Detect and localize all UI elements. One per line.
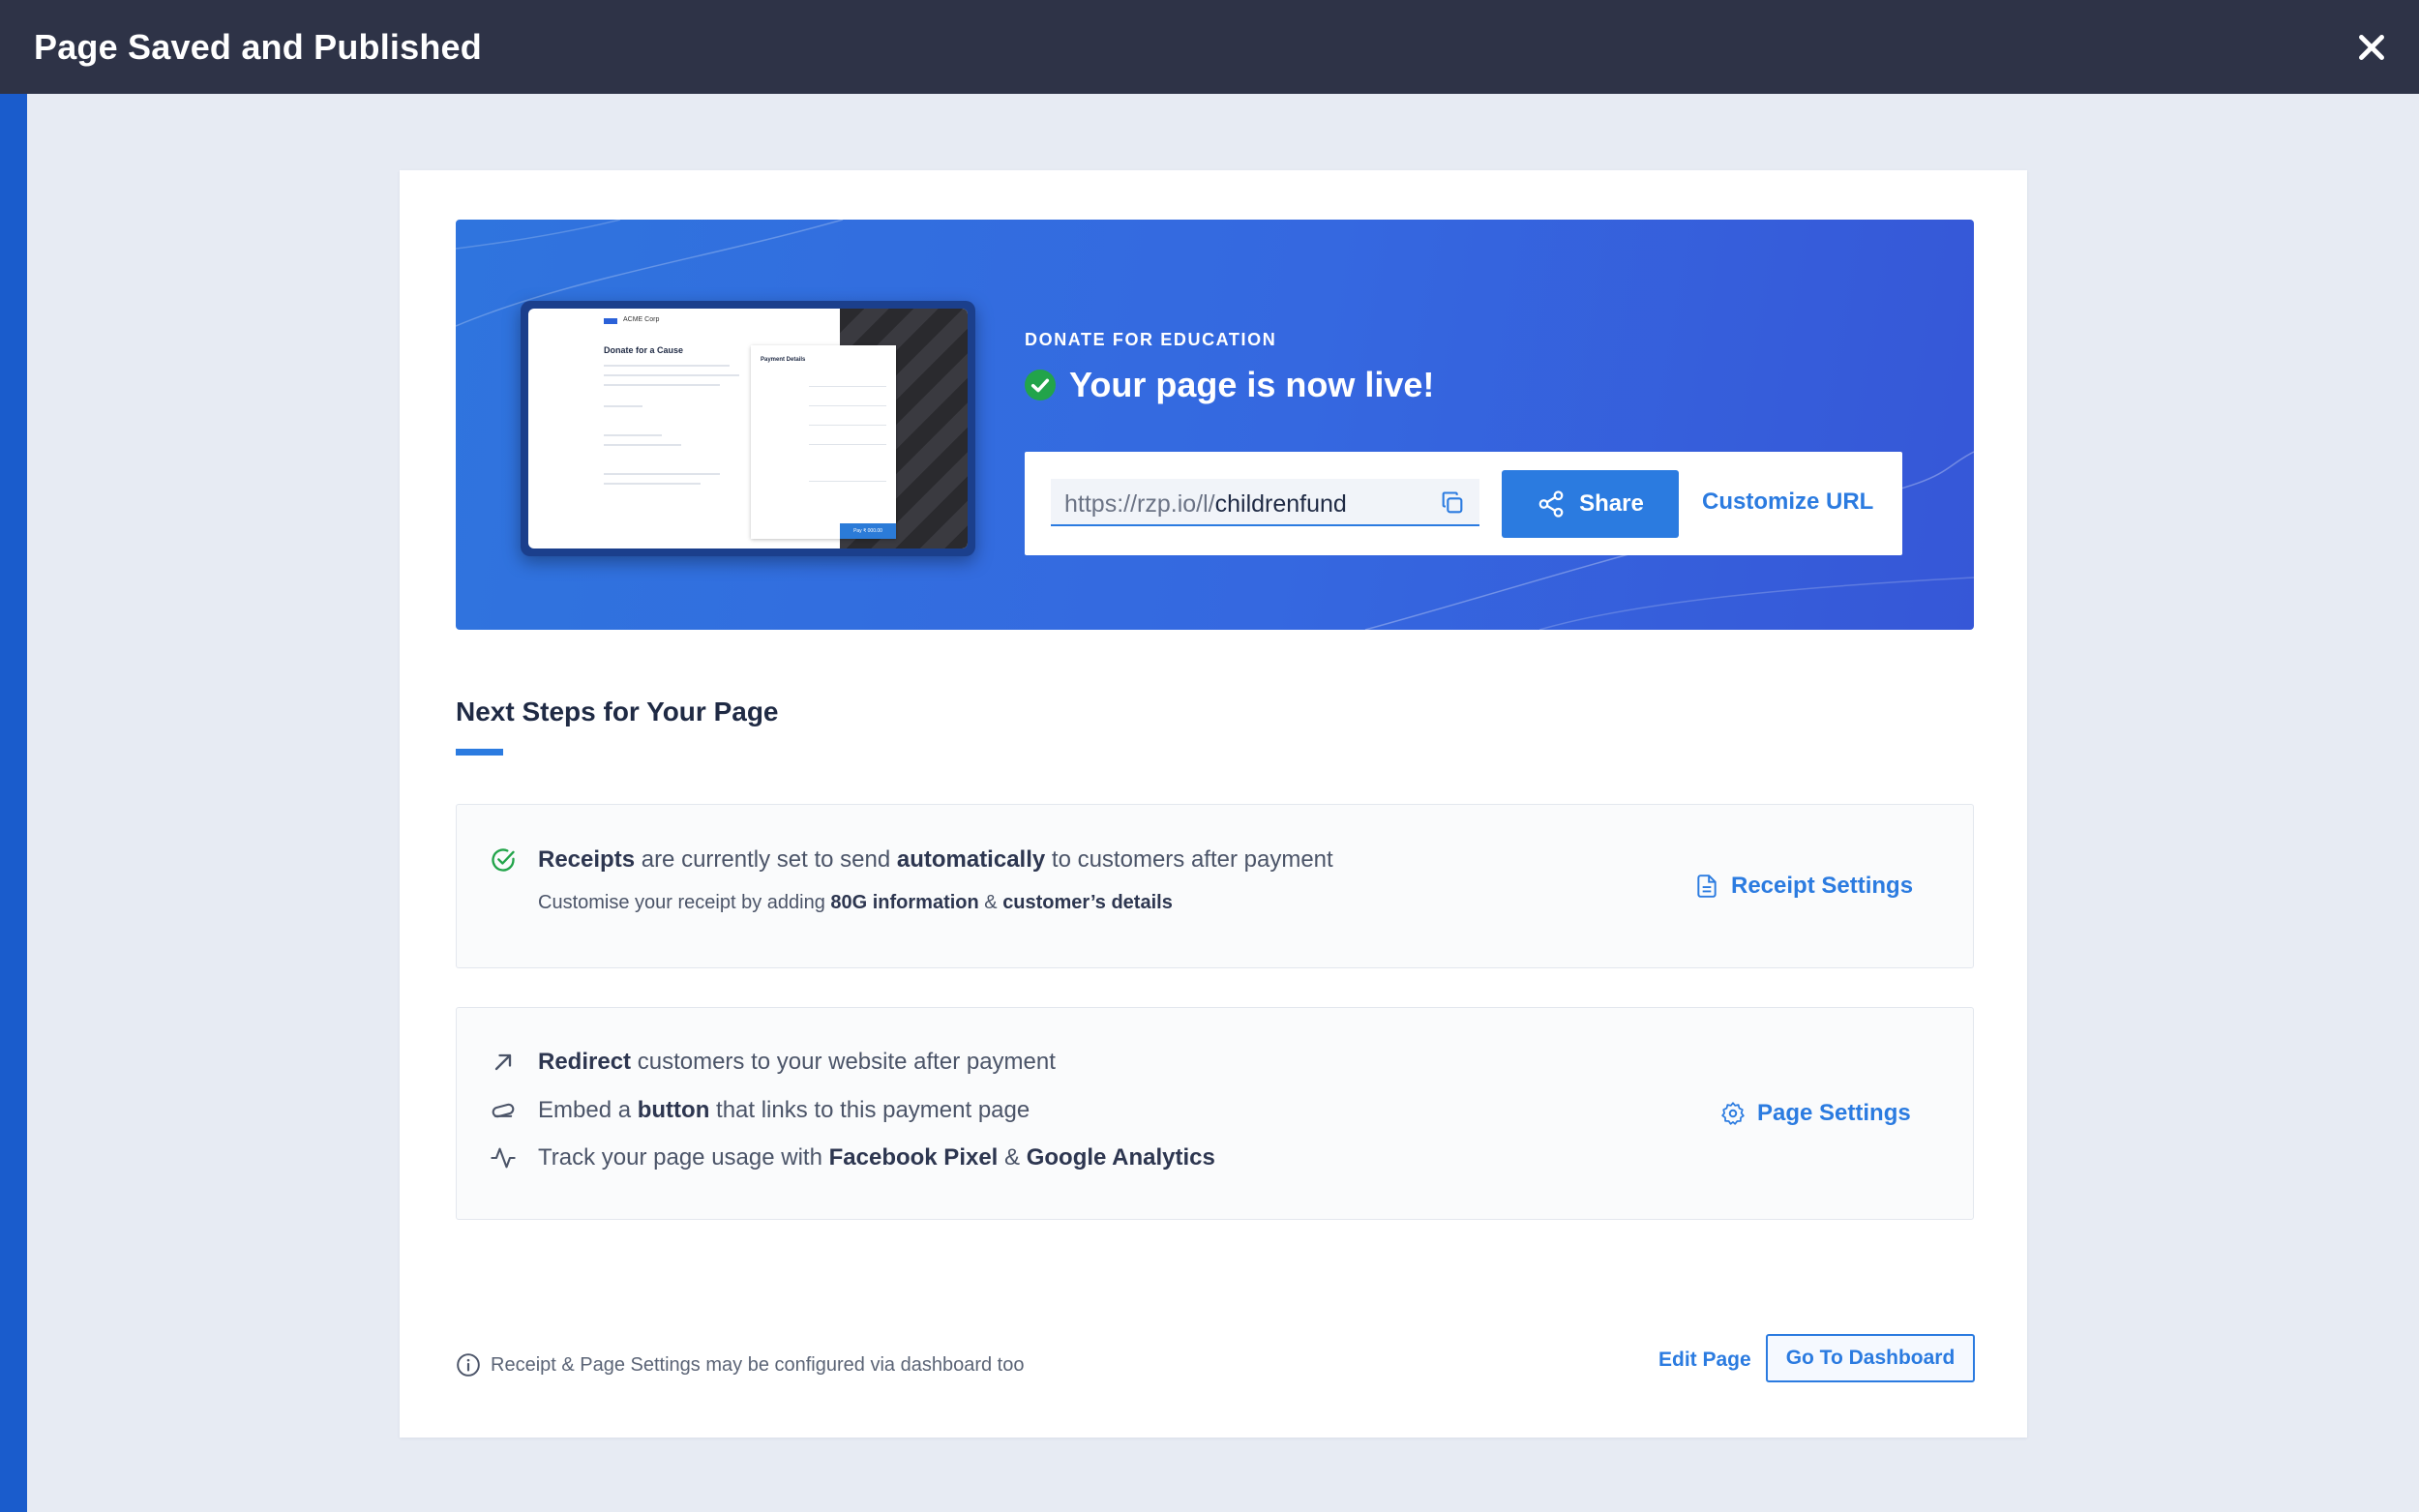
embed-button-icon (492, 1103, 515, 1118)
track-row: Track your page usage with Facebook Pixe… (490, 1144, 1215, 1171)
hero-banner: ACME Corp Donate for a Cause Payment Det… (456, 220, 1974, 630)
preview-field (809, 425, 886, 426)
share-icon (1538, 490, 1564, 518)
page-step-card: Redirect customers to your website after… (456, 1007, 1974, 1220)
gear-icon (1721, 1102, 1745, 1125)
page-preview-screen: ACME Corp Donate for a Cause Payment Det… (528, 309, 968, 548)
left-accent-bar (0, 94, 27, 1512)
preview-company: ACME Corp (623, 316, 660, 323)
track-text: Track your page usage with Facebook Pixe… (538, 1144, 1215, 1171)
receipts-row: Receipts are currently set to send autom… (490, 846, 1333, 874)
preview-text-line (604, 444, 681, 446)
go-to-dashboard-button[interactable]: Go To Dashboard (1766, 1334, 1975, 1382)
preview-text-line (604, 384, 720, 386)
customize-url-link[interactable]: Customize URL (1702, 489, 1873, 516)
receipts-subtext: Customise your receipt by adding 80G inf… (538, 892, 1173, 913)
info-icon (457, 1353, 480, 1377)
check-circle-outline-icon (492, 848, 515, 872)
live-headline: Your page is now live! (1069, 365, 1435, 404)
modal-header: Page Saved and Published (0, 0, 2419, 94)
edit-page-link[interactable]: Edit Page (1658, 1349, 1751, 1372)
preview-field (809, 444, 886, 445)
page-settings-link[interactable]: Page Settings (1720, 1100, 1911, 1127)
preview-logo (604, 318, 617, 324)
check-circle-icon (1025, 370, 1056, 400)
embed-text: Embed a button that links to this paymen… (538, 1097, 1030, 1123)
receipt-settings-label: Receipt Settings (1731, 873, 1914, 899)
preview-text-line (604, 365, 730, 367)
redirect-row: Redirect customers to your website after… (490, 1049, 1056, 1076)
receipt-settings-link[interactable]: Receipt Settings (1694, 873, 1913, 900)
share-url-panel: https://rzp.io/l/childrenfund Share Cust… (1025, 452, 1902, 555)
redirect-text: Redirect customers to your website after… (538, 1049, 1056, 1075)
page-settings-label: Page Settings (1757, 1100, 1911, 1126)
modal-card: ACME Corp Donate for a Cause Payment Det… (400, 170, 2027, 1438)
embed-row: Embed a button that links to this paymen… (490, 1097, 1030, 1124)
activity-icon (491, 1147, 516, 1169)
preview-field (809, 481, 886, 482)
preview-text-line (604, 374, 739, 376)
preview-form-title: Payment Details (761, 357, 806, 363)
share-label: Share (1579, 490, 1644, 517)
page-preview-thumbnail: ACME Corp Donate for a Cause Payment Det… (521, 301, 975, 556)
page-url-field[interactable]: https://rzp.io/l/childrenfund (1051, 479, 1479, 526)
footer-note: Receipt & Page Settings may be configure… (456, 1352, 1024, 1378)
next-steps-underline (456, 749, 503, 756)
preview-text-line (604, 473, 720, 475)
preview-heading: Donate for a Cause (604, 345, 684, 355)
page-name-label: DONATE FOR EDUCATION (1025, 330, 1277, 349)
preview-text-line (604, 483, 701, 485)
live-status: Your page is now live! (1025, 365, 1434, 405)
receipts-text: Receipts are currently set to send autom… (538, 846, 1333, 873)
preview-field (809, 405, 886, 406)
preview-field (809, 386, 886, 387)
receipts-step-card: Receipts are currently set to send autom… (456, 804, 1974, 968)
next-steps-title: Next Steps for Your Page (456, 697, 779, 726)
footer-note-text: Receipt & Page Settings may be configure… (491, 1353, 1025, 1376)
share-button[interactable]: Share (1502, 470, 1679, 538)
arrow-up-right-icon (494, 1053, 512, 1071)
close-icon[interactable] (2351, 27, 2392, 68)
copy-icon[interactable] (1439, 489, 1466, 517)
page-url-text: https://rzp.io/l/childrenfund (1064, 490, 1347, 518)
preview-payment-form: Payment Details Pay ₹ 000.00 (751, 345, 896, 539)
preview-text-line (604, 434, 662, 436)
preview-text-line (604, 405, 642, 407)
document-icon (1697, 875, 1717, 898)
modal-title: Page Saved and Published (34, 26, 482, 67)
preview-pay-button: Pay ₹ 000.00 (840, 523, 896, 539)
